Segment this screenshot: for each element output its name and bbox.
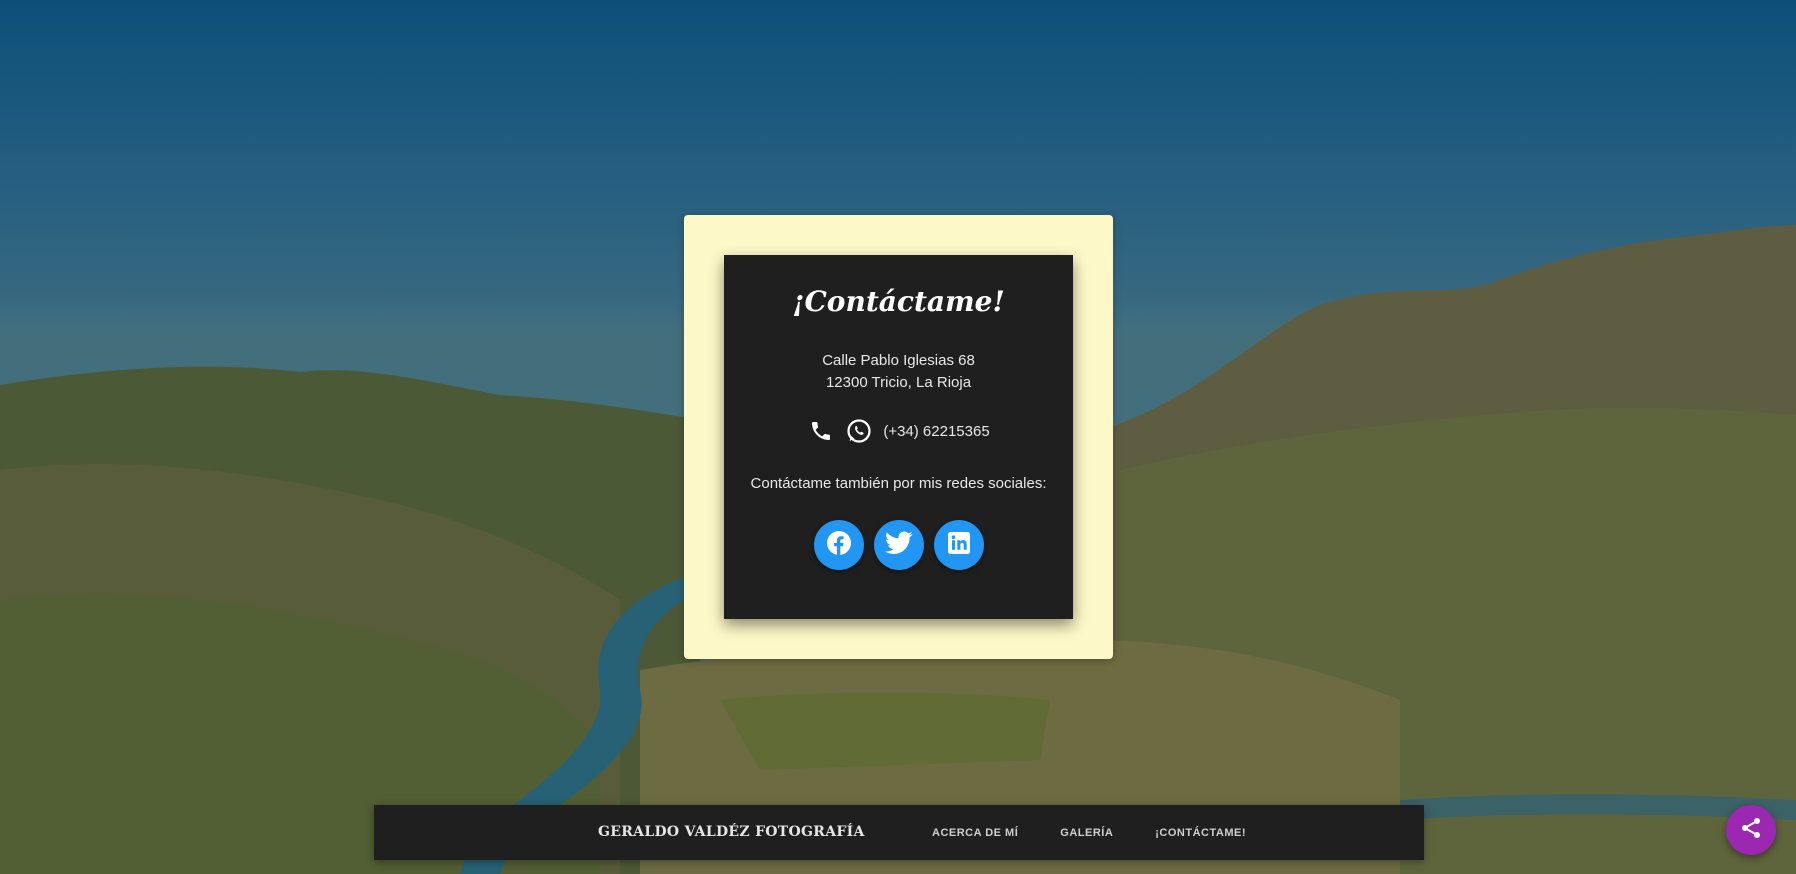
nav-link-gallery[interactable]: GALERÍA (1060, 827, 1113, 839)
phone-row: (+34) 62215365 (724, 417, 1073, 445)
nav-link-about[interactable]: ACERCA DE MÍ (932, 827, 1018, 839)
address: Calle Pablo Iglesias 68 12300 Tricio, La… (724, 350, 1073, 394)
linkedin-icon (947, 531, 971, 560)
phone-icon[interactable] (807, 417, 835, 445)
social-text: Contáctame también por mis redes sociale… (750, 475, 1047, 492)
phone-number: (+34) 62215365 (883, 422, 990, 440)
address-line-2: 12300 Tricio, La Rioja (825, 374, 972, 391)
share-button[interactable] (1726, 805, 1776, 855)
footer-nav: GERALDO VALDÉZ FOTOGRAFÍA ACERCA DE MÍ G… (374, 805, 1424, 860)
nav-links: ACERCA DE MÍ GALERÍA ¡CONTÁCTAME! (932, 805, 1288, 860)
twitter-button[interactable] (873, 520, 924, 570)
twitter-icon (884, 530, 913, 560)
facebook-button[interactable] (813, 520, 864, 570)
contact-title: ¡Contáctame! (792, 285, 1005, 318)
contact-card: ¡Contáctame! Calle Pablo Iglesias 68 123… (684, 215, 1113, 659)
page: ¡Contáctame! Calle Pablo Iglesias 68 123… (0, 0, 1796, 874)
nav-link-contact[interactable]: ¡CONTÁCTAME! (1155, 827, 1246, 839)
contact-panel: ¡Contáctame! Calle Pablo Iglesias 68 123… (724, 255, 1073, 619)
share-icon (1739, 816, 1763, 845)
brand-name[interactable]: GERALDO VALDÉZ FOTOGRAFÍA (598, 805, 865, 860)
social-links (724, 520, 1073, 570)
address-line-1: Calle Pablo Iglesias 68 (822, 352, 975, 369)
facebook-icon (826, 530, 852, 561)
linkedin-button[interactable] (933, 520, 984, 570)
whatsapp-icon[interactable] (845, 417, 873, 445)
